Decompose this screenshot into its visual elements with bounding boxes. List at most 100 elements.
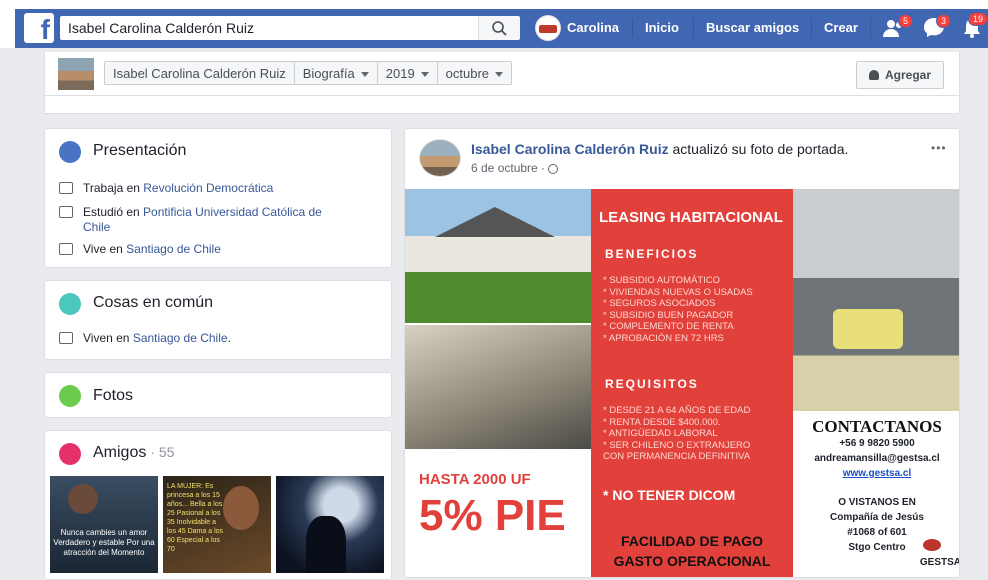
- nav-profile-link[interactable]: Carolina: [567, 20, 619, 35]
- post-header: Isabel Carolina Calderón Ruiz actualizó …: [471, 141, 848, 157]
- breadcrumb-profile-name[interactable]: Isabel Carolina Calderón Ruiz: [105, 62, 295, 84]
- profile-thumbnail[interactable]: [58, 58, 94, 90]
- friend-requests-badge: 5: [898, 14, 914, 28]
- ad-brand: GESTSA: [919, 557, 960, 568]
- common-suffix: .: [227, 331, 231, 345]
- gestsa-logo-icon: [923, 539, 941, 551]
- subnav-strip: [44, 96, 960, 114]
- nav-find-friends-link[interactable]: Buscar amigos: [706, 20, 799, 35]
- friends-title[interactable]: Amigos · 55: [93, 444, 174, 462]
- friend-thumbnail[interactable]: LA MUJER: Es princesa a los 15 años... B…: [163, 476, 271, 573]
- ad-visit-line2: Compañía de Jesús: [830, 512, 924, 523]
- ad-visit-line3: #1068 of 601: [847, 527, 907, 538]
- friend-photo-face: [223, 486, 259, 530]
- friends-count: 55: [158, 444, 175, 460]
- work-prefix: Trabaja en: [83, 181, 144, 195]
- common-title: Cosas en común: [93, 294, 214, 311]
- wolf-silhouette: [306, 516, 346, 573]
- ad-hasta-text: HASTA 2000 UF: [419, 471, 531, 488]
- messages-badge: 3: [936, 14, 952, 28]
- friend-thumb-caption: LA MUJER: Es princesa a los 15 años... B…: [167, 483, 224, 553]
- common-things-icon: [59, 293, 81, 315]
- search-input[interactable]: Isabel Carolina Calderón Ruiz: [60, 16, 479, 40]
- study-prefix: Estudió en: [83, 205, 144, 219]
- breadcrumb-section-dropdown[interactable]: Biografía: [295, 62, 378, 84]
- ad-web: www.gestsa.cl: [842, 468, 912, 479]
- graduation-cap-icon: [59, 206, 73, 218]
- user-avatar[interactable]: [535, 15, 561, 41]
- friends-icon: [59, 443, 81, 465]
- friend-photo-face: [68, 484, 98, 514]
- study-row: Estudió en Pontificia Universidad Católi…: [59, 205, 379, 237]
- ad-benefits-list: * SUBSIDIO AUTOMÁTICO * VIVIENDAS NUEVAS …: [603, 275, 753, 344]
- globe-privacy-icon[interactable]: [548, 163, 559, 174]
- post-author-avatar[interactable]: [419, 139, 461, 177]
- ad-bottom-left: HASTA 2000 UF 5% PIE: [405, 449, 591, 577]
- post-action-text: actualizó su foto de portada.: [668, 141, 849, 157]
- search-icon: [492, 21, 507, 36]
- common-row: Viven en Santiago de Chile.: [59, 331, 379, 347]
- search-button[interactable]: [478, 16, 520, 40]
- work-link[interactable]: Revolución Democrática: [143, 181, 273, 195]
- pillow-shape: [833, 309, 903, 349]
- friend-thumbnail[interactable]: Nunca cambies un amor Verdadero y establ…: [50, 476, 158, 573]
- timeline-post: Isabel Carolina Calderón Ruiz actualizó …: [404, 128, 960, 578]
- briefcase-icon: [59, 182, 73, 194]
- lives-prefix: Vive en: [83, 242, 127, 256]
- lives-row: Vive en Santiago de Chile: [59, 242, 379, 258]
- chevron-down-icon: [360, 72, 369, 78]
- lives-link[interactable]: Santiago de Chile: [126, 242, 221, 256]
- common-prefix: Viven en: [83, 331, 133, 345]
- ad-no-dicom: * NO TENER DICOM: [603, 487, 736, 503]
- post-options-button[interactable]: •••: [931, 141, 947, 155]
- nav-divider: [870, 18, 871, 38]
- ad-facility-line1: FACILIDAD DE PAGO: [620, 533, 764, 549]
- living-room-photo: [405, 325, 591, 449]
- breadcrumb-year-dropdown[interactable]: 2019: [378, 62, 438, 84]
- post-meta: 6 de octubre ·: [471, 161, 559, 175]
- ad-requirements-title: REQUISITOS: [605, 377, 699, 391]
- chevron-down-icon: [495, 72, 504, 78]
- ad-contact-title: CONTACTANOS: [812, 417, 942, 436]
- common-place-link[interactable]: Santiago de Chile: [133, 331, 228, 345]
- ad-phone: +56 9 9820 5900: [839, 438, 915, 449]
- photos-icon: [59, 385, 81, 407]
- ad-red-panel: LEASING HABITACIONAL BENEFICIOS * SUBSID…: [591, 189, 793, 577]
- photos-title[interactable]: Fotos: [93, 387, 133, 405]
- work-row: Trabaja en Revolución Democrática: [59, 181, 379, 197]
- ad-email: andreamansilla@gestsa.cl: [814, 453, 940, 464]
- home-icon: [59, 332, 73, 344]
- ad-contact-panel: CONTACTANOS +56 9 9820 5900 andreamansil…: [793, 411, 960, 577]
- house-roof: [435, 207, 555, 237]
- bedroom-photo: [793, 189, 959, 411]
- photos-card[interactable]: Fotos: [44, 372, 392, 418]
- cover-photo-image[interactable]: HASTA 2000 UF 5% PIE LEASING HABITACIONA…: [405, 189, 960, 577]
- add-friend-button[interactable]: Agregar: [856, 61, 944, 89]
- house-photo: [405, 189, 591, 323]
- friend-thumb-caption: Nunca cambies un amor Verdadero y establ…: [53, 528, 155, 557]
- ad-requirements-list: * DESDE 21 A 64 AÑOS DE EDAD * RENTA DESD…: [603, 405, 751, 462]
- chevron-down-icon: [420, 72, 429, 78]
- post-author-link[interactable]: Isabel Carolina Calderón Ruiz: [471, 141, 669, 157]
- nav-create-link[interactable]: Crear: [824, 20, 858, 35]
- ad-visit-line1: O VISTANOS EN: [838, 497, 916, 508]
- study-link-line2[interactable]: Chile: [83, 220, 110, 234]
- globe-icon: [59, 141, 81, 163]
- ad-benefits-title: BENEFICIOS: [605, 247, 699, 261]
- breadcrumb-month-dropdown[interactable]: octubre: [438, 62, 511, 84]
- timeline-breadcrumb: Isabel Carolina Calderón Ruiz Biografía …: [104, 61, 513, 85]
- ad-pie-text: 5% PIE: [419, 491, 566, 540]
- ad-headline: LEASING HABITACIONAL: [599, 209, 783, 226]
- post-date-link[interactable]: 6 de octubre: [471, 161, 538, 175]
- nav-home-link[interactable]: Inicio: [645, 20, 679, 35]
- friend-thumbnail[interactable]: [276, 476, 384, 573]
- common-card: Cosas en común Viven en Santiago de Chil…: [44, 280, 392, 360]
- intro-title: Presentación: [93, 142, 187, 159]
- nav-divider: [632, 18, 633, 38]
- facebook-logo-icon[interactable]: f: [24, 13, 54, 43]
- nav-divider: [811, 18, 812, 38]
- home-icon: [59, 243, 73, 255]
- study-link[interactable]: Pontificia Universidad Católica de: [143, 205, 322, 219]
- add-friend-icon: [869, 70, 879, 80]
- nav-divider: [693, 18, 694, 38]
